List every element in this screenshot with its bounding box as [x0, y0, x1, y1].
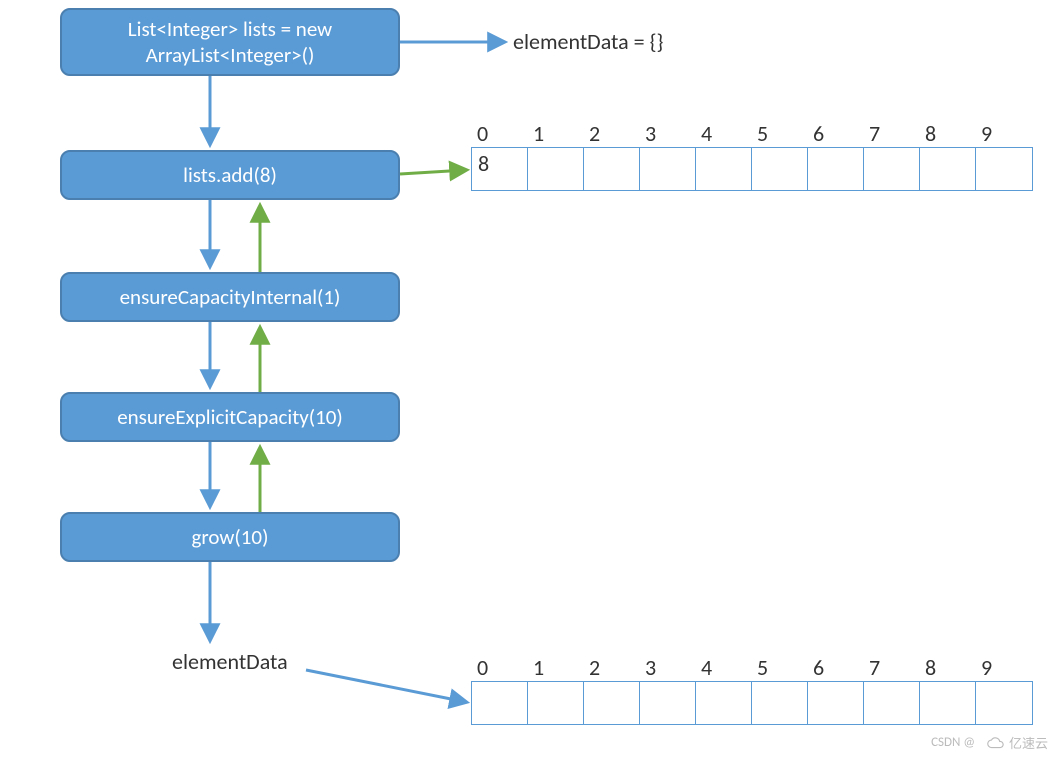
array-top-index: 9 — [975, 120, 1031, 147]
cloud-icon — [987, 737, 1005, 749]
array-top-cell — [696, 148, 752, 190]
array-table-top: 0 1 2 3 4 5 6 7 8 9 8 — [471, 120, 1033, 191]
array-bottom-index: 6 — [807, 654, 863, 681]
array-bottom-cell — [920, 682, 976, 724]
array-bottom-index: 5 — [751, 654, 807, 681]
array-bottom-cell — [640, 682, 696, 724]
array-bottom-cell — [976, 682, 1032, 724]
array-top-cell — [976, 148, 1032, 190]
array-top-cell: 8 — [472, 148, 528, 190]
arrow-add-to-array1 — [400, 170, 466, 174]
array-top-indices: 0 1 2 3 4 5 6 7 8 9 — [471, 120, 1033, 147]
flow-node-ensure-internal-label: ensureCapacityInternal(1) — [120, 284, 341, 310]
array-bottom-index: 0 — [471, 654, 527, 681]
label-elementdata-empty: elementData = {} — [513, 28, 663, 55]
flow-node-ensure-explicit-label: ensureExplicitCapacity(10) — [117, 404, 343, 430]
array-bottom-index: 3 — [639, 654, 695, 681]
array-bottom-cell — [528, 682, 584, 724]
flow-node-init-line1: List<Integer> lists = new — [128, 16, 332, 42]
flow-node-add: lists.add(8) — [60, 150, 400, 200]
array-top-index: 5 — [751, 120, 807, 147]
array-bottom-index: 9 — [975, 654, 1031, 681]
array-top-cell — [640, 148, 696, 190]
array-top-cell — [864, 148, 920, 190]
array-top-index: 4 — [695, 120, 751, 147]
array-bottom-index: 7 — [863, 654, 919, 681]
array-bottom-cell — [584, 682, 640, 724]
flow-node-ensure-explicit: ensureExplicitCapacity(10) — [60, 392, 400, 442]
array-bottom-cell — [472, 682, 528, 724]
arrow-elementdata-to-array2 — [306, 670, 466, 702]
array-bottom-index: 8 — [919, 654, 975, 681]
array-top-index: 7 — [863, 120, 919, 147]
array-bottom-cell — [696, 682, 752, 724]
flow-node-grow-label: grow(10) — [192, 524, 269, 550]
array-bottom-cells — [471, 681, 1033, 725]
flow-node-ensure-internal: ensureCapacityInternal(1) — [60, 272, 400, 322]
array-bottom-cell — [864, 682, 920, 724]
watermark-right-group: 亿速云 — [987, 733, 1048, 752]
array-bottom-cell — [808, 682, 864, 724]
array-top-cell — [920, 148, 976, 190]
array-top-index: 3 — [639, 120, 695, 147]
array-bottom-index: 1 — [527, 654, 583, 681]
array-top-cell — [752, 148, 808, 190]
array-top-index: 0 — [471, 120, 527, 147]
array-top-cell — [528, 148, 584, 190]
array-top-index: 8 — [919, 120, 975, 147]
array-top-index: 2 — [583, 120, 639, 147]
array-top-cells: 8 — [471, 147, 1033, 191]
array-bottom-indices: 0 1 2 3 4 5 6 7 8 9 — [471, 654, 1033, 681]
array-top-cell — [584, 148, 640, 190]
flow-node-init: List<Integer> lists = new ArrayList<Inte… — [60, 8, 400, 76]
array-table-bottom: 0 1 2 3 4 5 6 7 8 9 — [471, 654, 1033, 725]
array-top-cell — [808, 148, 864, 190]
array-bottom-cell — [752, 682, 808, 724]
array-bottom-index: 2 — [583, 654, 639, 681]
arrows-layer — [0, 0, 1058, 760]
flow-node-add-label: lists.add(8) — [183, 162, 277, 188]
watermark-right: 亿速云 — [1009, 733, 1048, 752]
label-elementdata-bottom: elementData — [172, 648, 288, 675]
array-bottom-index: 4 — [695, 654, 751, 681]
array-top-index: 6 — [807, 120, 863, 147]
array-top-index: 1 — [527, 120, 583, 147]
watermark-left: CSDN @ — [931, 735, 975, 750]
flow-node-init-line2: ArrayList<Integer>() — [146, 42, 315, 68]
flow-node-grow: grow(10) — [60, 512, 400, 562]
watermark: CSDN @ 亿速云 — [931, 733, 1048, 752]
